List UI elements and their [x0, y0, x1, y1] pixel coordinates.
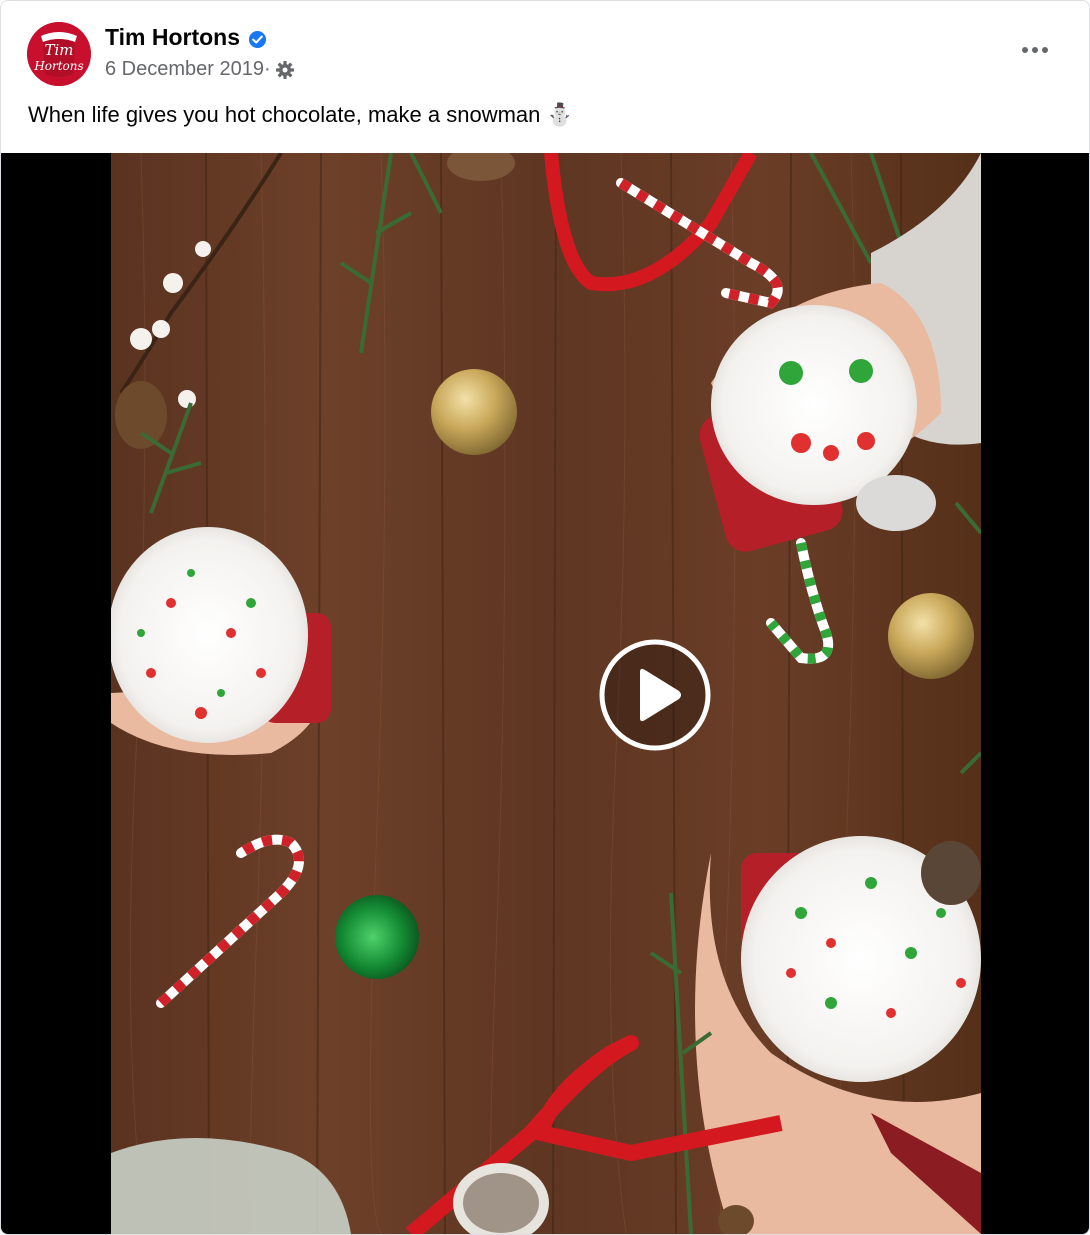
post-date-link[interactable]: 6 December 2019	[105, 58, 264, 81]
page-avatar[interactable]: Tim Hortons	[27, 22, 91, 86]
video-thumbnail-image	[111, 153, 981, 1234]
verified-badge-icon	[248, 28, 267, 49]
video-container[interactable]	[1, 153, 1089, 1234]
tim-hortons-logo: Tim Hortons	[27, 22, 91, 86]
video-frame[interactable]	[111, 153, 981, 1234]
gear-icon[interactable]	[275, 60, 295, 80]
svg-text:Tim: Tim	[44, 41, 73, 59]
snowman-emoji: ⛄	[546, 102, 574, 127]
post-meta: 6 December 2019 ·	[105, 58, 295, 81]
more-options-button[interactable]	[1017, 35, 1053, 65]
play-button[interactable]	[599, 639, 711, 751]
svg-text:Hortons: Hortons	[33, 59, 83, 73]
post-caption: When life gives you hot chocolate, make …	[28, 102, 574, 128]
facebook-post: Tim Hortons Tim Hortons 6 December 2019 …	[0, 0, 1090, 1235]
date-separator: ·	[263, 58, 271, 80]
page-name-row: Tim Hortons	[105, 24, 267, 51]
post-header: Tim Hortons Tim Hortons 6 December 2019 …	[1, 1, 1089, 151]
more-options-icon	[1022, 47, 1048, 53]
caption-text: When life gives you hot chocolate, make …	[28, 102, 541, 127]
page-name-link[interactable]: Tim Hortons	[105, 24, 240, 51]
play-icon	[599, 639, 711, 751]
